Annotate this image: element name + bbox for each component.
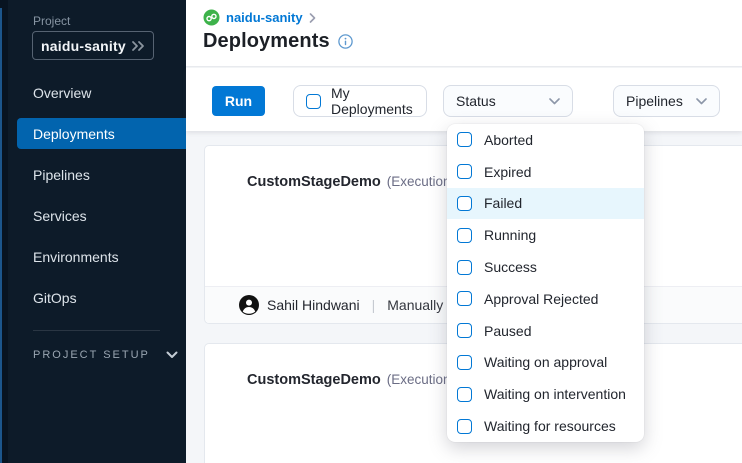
sidebar-item-label: Deployments: [33, 126, 115, 142]
status-checkbox[interactable]: [457, 196, 472, 211]
status-option-aborted[interactable]: Aborted: [447, 124, 644, 156]
status-option-label: Waiting on intervention: [484, 386, 626, 402]
status-checkbox[interactable]: [457, 164, 472, 179]
sidebar-item-environments[interactable]: Environments: [0, 241, 186, 272]
footer-separator: |: [368, 297, 380, 313]
page-header: naidu-sanity Deployments: [186, 0, 742, 67]
pipelines-filter-select[interactable]: Pipelines: [613, 85, 720, 117]
run-button[interactable]: Run: [212, 86, 265, 116]
project-selector[interactable]: naidu-sanity: [32, 31, 154, 60]
status-option-paused[interactable]: Paused: [447, 315, 644, 347]
status-checkbox[interactable]: [457, 355, 472, 370]
sidebar-item-overview[interactable]: Overview: [0, 77, 186, 108]
sidebar-item-services[interactable]: Services: [0, 200, 186, 231]
chevron-down-icon: [166, 351, 178, 359]
breadcrumb-project-link[interactable]: naidu-sanity: [226, 10, 303, 25]
status-option-failed[interactable]: Failed: [447, 188, 644, 220]
project-sidebar: Project naidu-sanity Overview Deployment…: [0, 0, 186, 463]
pipeline-name: CustomStageDemo: [247, 174, 381, 190]
status-option-approval-rejected[interactable]: Approval Rejected: [447, 283, 644, 315]
sidebar-item-label: Environments: [33, 249, 119, 265]
status-option-waiting-on-approval[interactable]: Waiting on approval: [447, 347, 644, 379]
toolbar: Run My Deployments Status Pipelines: [186, 68, 742, 131]
status-checkbox[interactable]: [457, 291, 472, 306]
status-checkbox[interactable]: [457, 323, 472, 338]
title-row: Deployments: [203, 30, 353, 53]
project-setup-toggle[interactable]: PROJECT SETUP: [33, 349, 178, 361]
sidebar-nav: Overview Deployments Pipelines Services …: [0, 77, 186, 323]
deployments-page: Project naidu-sanity Overview Deployment…: [0, 0, 742, 463]
status-filter-menu: Aborted Expired Failed Running Success A…: [447, 124, 644, 442]
sidebar-item-gitops[interactable]: GitOps: [0, 282, 186, 313]
status-option-waiting-on-intervention[interactable]: Waiting on intervention: [447, 378, 644, 410]
chevron-down-icon: [696, 98, 707, 105]
status-option-label: Expired: [484, 164, 531, 180]
breadcrumb: naidu-sanity: [203, 9, 317, 26]
info-icon[interactable]: [338, 34, 353, 49]
sidebar-divider: [33, 330, 160, 331]
status-filter-label: Status: [456, 93, 496, 109]
status-checkbox[interactable]: [457, 419, 472, 434]
sidebar-item-pipelines[interactable]: Pipelines: [0, 159, 186, 190]
page-title: Deployments: [203, 30, 330, 53]
status-checkbox[interactable]: [457, 387, 472, 402]
my-deployments-toggle[interactable]: My Deployments: [293, 85, 427, 117]
trigger-type: Manually: [387, 297, 443, 313]
status-option-label: Waiting for resources: [484, 418, 616, 434]
my-deployments-label: My Deployments: [331, 85, 414, 117]
my-deployments-checkbox[interactable]: [306, 94, 321, 109]
status-option-label: Waiting on approval: [484, 354, 607, 370]
status-option-running[interactable]: Running: [447, 219, 644, 251]
status-option-label: Paused: [484, 323, 531, 339]
status-option-label: Approval Rejected: [484, 291, 598, 307]
double-chevron-right-icon: [131, 40, 145, 52]
project-label: Project: [33, 14, 70, 28]
pipelines-filter-label: Pipelines: [626, 93, 683, 109]
status-option-label: Success: [484, 259, 537, 275]
status-option-waiting-for-resources[interactable]: Waiting for resources: [447, 410, 644, 442]
status-filter-select[interactable]: Status: [443, 85, 573, 117]
status-checkbox[interactable]: [457, 132, 472, 147]
status-checkbox[interactable]: [457, 228, 472, 243]
status-checkbox[interactable]: [457, 260, 472, 275]
status-option-success[interactable]: Success: [447, 251, 644, 283]
sidebar-item-label: Overview: [33, 85, 91, 101]
project-setup-label: PROJECT SETUP: [33, 349, 150, 361]
project-name: naidu-sanity: [41, 38, 131, 54]
chevron-right-icon: [309, 13, 317, 23]
user-avatar-icon: [239, 295, 259, 315]
sidebar-item-label: Services: [33, 208, 87, 224]
status-option-expired[interactable]: Expired: [447, 156, 644, 188]
chevron-down-icon: [549, 98, 560, 105]
sidebar-item-label: GitOps: [33, 290, 77, 306]
status-option-label: Running: [484, 227, 536, 243]
cd-module-icon: [203, 9, 220, 26]
status-option-label: Failed: [484, 195, 522, 211]
triggered-by-user: Sahil Hindwani: [267, 297, 360, 313]
status-option-label: Aborted: [484, 132, 533, 148]
sidebar-item-label: Pipelines: [33, 167, 90, 183]
sidebar-item-deployments[interactable]: Deployments: [17, 118, 186, 149]
pipeline-name: CustomStageDemo: [247, 372, 381, 388]
